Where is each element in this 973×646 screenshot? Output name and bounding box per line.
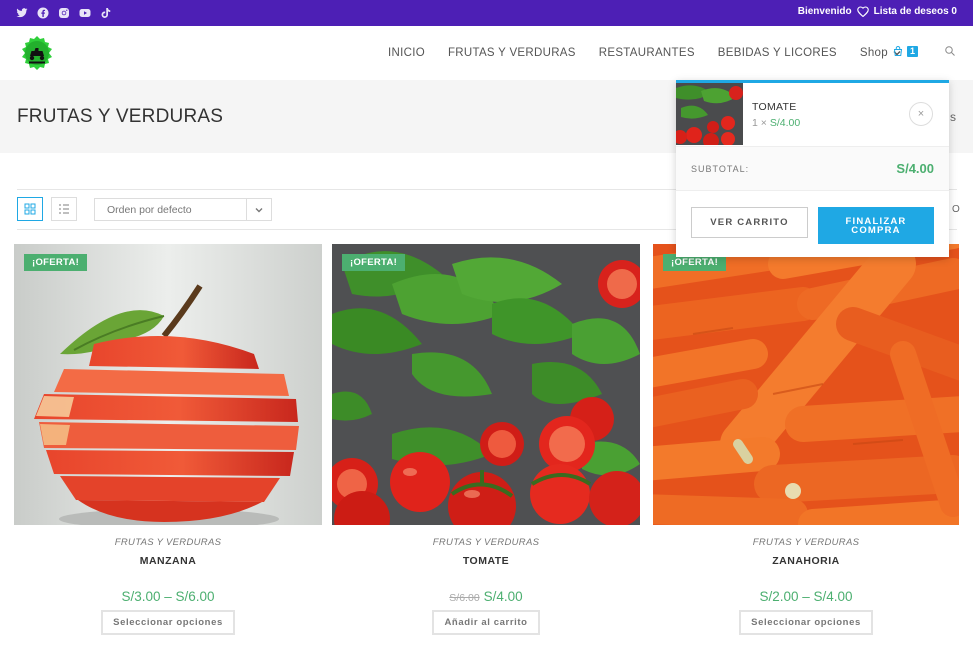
product-category[interactable]: FRUTAS Y VERDURAS (653, 537, 959, 548)
site-header: INICIO FRUTAS Y VERDURAS RESTAURANTES BE… (0, 26, 973, 80)
product-category[interactable]: FRUTAS Y VERDURAS (14, 537, 322, 548)
facebook-icon[interactable] (37, 6, 49, 19)
product-image-carrot[interactable]: ¡OFERTA! (653, 244, 959, 525)
mini-cart-dropdown: TOMATE 1 × S/4.00 × SUBTOTAL: S/4.00 VER… (676, 80, 949, 257)
search-icon[interactable] (944, 45, 956, 57)
list-icon (59, 204, 69, 214)
top-right-links: Bienvenido Lista de deseos 0 (798, 6, 957, 17)
mini-cart-item: TOMATE 1 × S/4.00 × (676, 83, 949, 147)
remove-item-button[interactable]: × (909, 102, 933, 126)
price-current: S/2.00 – S/4.00 (759, 589, 853, 604)
product-image-apple[interactable]: ¡OFERTA! (14, 244, 322, 525)
cart-button[interactable]: 1 (892, 45, 919, 57)
chevron-down-icon (246, 199, 271, 220)
nav-item-inicio[interactable]: INICIO (388, 47, 425, 59)
shopping-bag-icon (893, 46, 903, 56)
product-card: ¡OFERTA! FRUTAS Y VERDURAS MANZANA S/3.0… (14, 244, 322, 635)
welcome-text: Bienvenido (797, 6, 852, 17)
instagram-icon[interactable] (58, 6, 70, 19)
price-current: S/4.00 (483, 589, 523, 604)
product-name[interactable]: MANZANA (14, 555, 322, 567)
main-nav: INICIO FRUTAS Y VERDURAS RESTAURANTES BE… (388, 26, 919, 80)
tiktok-icon[interactable] (100, 6, 112, 19)
product-card: ¡OFERTA! FRUTAS Y VERDURAS ZANAHORIA S/2… (653, 244, 959, 635)
select-options-button[interactable]: Seleccionar opciones (739, 610, 873, 635)
product-name[interactable]: TOMATE (332, 555, 640, 567)
result-count: O (952, 204, 960, 215)
product-price: S/3.00 – S/6.00 (14, 589, 322, 604)
sale-badge: ¡OFERTA! (24, 254, 88, 271)
price-old: S/6.00 (449, 592, 480, 604)
cart-count-badge: 1 (907, 45, 919, 57)
nav-item-restaurantes[interactable]: RESTAURANTES (599, 47, 695, 59)
checkout-button[interactable]: FINALIZAR COMPRA (818, 207, 934, 244)
site-logo[interactable] (18, 35, 56, 71)
select-options-button[interactable]: Seleccionar opciones (101, 610, 235, 635)
mini-cart-subtotal: SUBTOTAL: S/4.00 (676, 147, 949, 191)
grid-view-button[interactable] (17, 197, 43, 221)
youtube-icon[interactable] (79, 6, 91, 19)
nav-item-shop-label: Shop (859, 47, 888, 59)
subtotal-value: S/4.00 (896, 161, 934, 176)
twitter-icon[interactable] (16, 6, 28, 19)
subtotal-label: SUBTOTAL: (691, 164, 750, 174)
heart-icon[interactable] (856, 6, 869, 17)
breadcrumb: s (950, 110, 956, 124)
product-image-tomato[interactable]: ¡OFERTA! (332, 244, 640, 525)
page-title: FRUTAS Y VERDURAS (17, 106, 224, 127)
social-links (16, 6, 112, 19)
product-price: S/2.00 – S/4.00 (653, 589, 959, 604)
mini-cart-item-quantity: 1 × S/4.00 (752, 117, 801, 129)
grid-icon (24, 203, 36, 215)
price-current: S/3.00 – S/6.00 (121, 589, 215, 604)
add-to-cart-button[interactable]: Añadir al carrito (432, 610, 540, 635)
nav-item-bebidas-y-licores[interactable]: BEBIDAS Y LICORES (718, 47, 837, 59)
list-view-button[interactable] (51, 197, 77, 221)
sort-select-value: Orden por defecto (107, 204, 192, 216)
product-price: S/6.00 S/4.00 (332, 589, 640, 604)
mini-cart-item-name[interactable]: TOMATE (752, 101, 797, 113)
product-name[interactable]: ZANAHORIA (653, 555, 959, 567)
wishlist-link[interactable]: Lista de deseos 0 (874, 6, 957, 17)
view-cart-button[interactable]: VER CARRITO (691, 207, 808, 238)
top-bar: Bienvenido Lista de deseos 0 (0, 0, 973, 26)
sort-select[interactable]: Orden por defecto (94, 198, 272, 221)
product-category[interactable]: FRUTAS Y VERDURAS (332, 537, 640, 548)
product-card: ¡OFERTA! FRUTAS Y VERDURAS TOMATE S/6.00… (332, 244, 640, 635)
nav-item-frutas-y-verduras[interactable]: FRUTAS Y VERDURAS (448, 47, 576, 59)
mini-cart-item-thumbnail[interactable] (676, 83, 743, 145)
sale-badge: ¡OFERTA! (342, 254, 406, 271)
